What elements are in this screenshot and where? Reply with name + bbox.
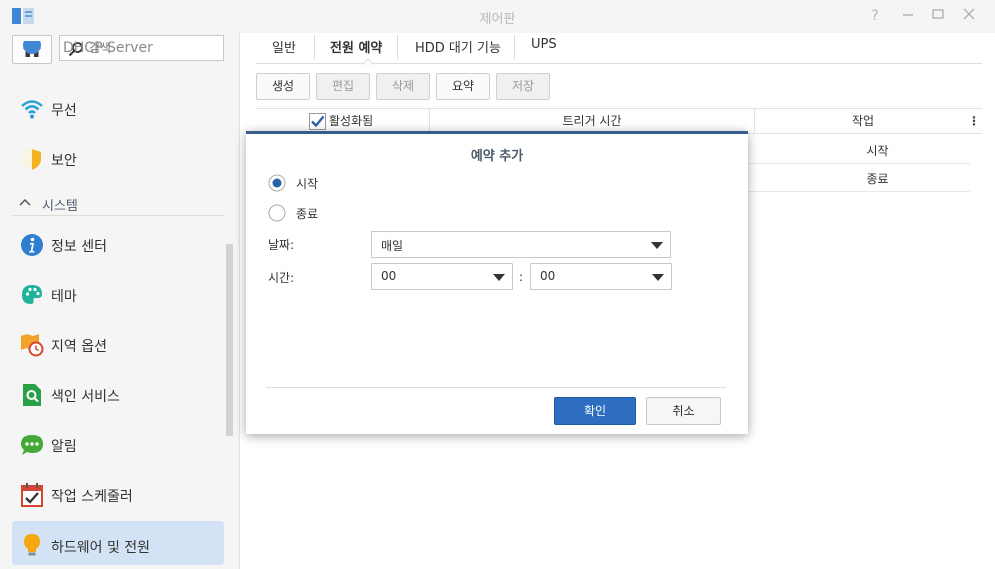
chevron-down-icon bbox=[651, 242, 663, 249]
cancel-button[interactable]: 취소 bbox=[646, 397, 721, 425]
column-header-action[interactable]: 작업 bbox=[755, 109, 971, 133]
maximize-icon[interactable] bbox=[929, 7, 947, 25]
shield-icon bbox=[23, 149, 41, 170]
radio-stop-label: 종료 bbox=[296, 207, 319, 221]
chat-bubble-icon bbox=[21, 435, 43, 455]
sidebar-item-notification[interactable]: 알림 bbox=[12, 423, 224, 467]
dialog-title: 예약 추가 bbox=[470, 149, 524, 164]
create-button[interactable]: 생성 bbox=[256, 73, 310, 100]
tab-divider bbox=[397, 35, 398, 59]
title-bar: 제어판 ? bbox=[0, 0, 995, 33]
date-select[interactable]: 매일 bbox=[371, 231, 671, 258]
sidebar-item-label: DHCP Server bbox=[63, 40, 153, 56]
hour-value: 00 bbox=[381, 269, 397, 283]
sidebar-item-label: 알림 bbox=[51, 439, 77, 455]
sidebar-item-label: 정보 센터 bbox=[51, 239, 107, 255]
tab-hdd-hibernation[interactable]: HDD 대기 기능 bbox=[415, 37, 501, 56]
tab-divider bbox=[314, 35, 315, 59]
tab-divider bbox=[514, 35, 515, 59]
section-toggle-system[interactable]: 시스템 bbox=[12, 190, 224, 216]
delete-button[interactable]: 삭제 bbox=[376, 73, 430, 100]
lightbulb-icon bbox=[24, 534, 40, 556]
sidebar-item-security[interactable]: 보안 bbox=[12, 137, 224, 181]
minimize-icon[interactable] bbox=[899, 7, 917, 25]
time-separator: : bbox=[519, 270, 524, 284]
help-icon[interactable]: ? bbox=[866, 7, 884, 25]
sidebar-item-label: 작업 스케줄러 bbox=[51, 489, 133, 505]
select-all-checkbox[interactable] bbox=[309, 113, 326, 130]
map-clock-icon bbox=[21, 334, 44, 357]
chevron-up-icon bbox=[19, 198, 31, 206]
calendar-check-icon bbox=[21, 483, 43, 507]
sidebar-item-theme[interactable]: 테마 bbox=[12, 273, 224, 317]
sidebar-item-info-center[interactable]: 정보 센터 bbox=[12, 223, 224, 267]
sidebar-item-label: 지역 옵션 bbox=[51, 339, 107, 355]
add-schedule-dialog: 예약 추가 시작 종료 날짜: 매일 시간: 00 : 00 확인 취소 bbox=[246, 131, 748, 434]
tab-ups[interactable]: UPS bbox=[531, 37, 557, 52]
active-tab-pointer bbox=[362, 58, 374, 65]
close-icon[interactable] bbox=[960, 7, 978, 25]
radio-unselected-icon[interactable] bbox=[268, 204, 286, 222]
minute-value: 00 bbox=[540, 269, 556, 283]
sidebar: DHCP Server 무선 보안 시스템 정보 센터 bbox=[0, 33, 240, 569]
sidebar-item-hardware-power[interactable]: 하드웨어 및 전원 bbox=[12, 521, 224, 565]
sidebar-item-label: 테마 bbox=[51, 289, 77, 305]
dhcp-icon bbox=[23, 41, 41, 54]
date-value: 매일 bbox=[381, 239, 404, 253]
summary-button[interactable]: 요약 bbox=[436, 73, 490, 100]
date-label: 날짜: bbox=[268, 238, 295, 252]
column-header-enabled[interactable]: 활성화됨 bbox=[329, 109, 389, 133]
action-cell: 종료 bbox=[866, 172, 889, 186]
sidebar-item-wireless[interactable]: 무선 bbox=[12, 87, 224, 131]
ok-button[interactable]: 확인 bbox=[554, 397, 636, 425]
chevron-down-icon bbox=[652, 274, 664, 281]
radio-selected-icon[interactable] bbox=[268, 174, 286, 192]
sidebar-item-label: 색인 서비스 bbox=[51, 389, 120, 405]
minute-select[interactable]: 00 bbox=[530, 263, 672, 290]
section-label: 시스템 bbox=[42, 199, 78, 214]
sidebar-item-label: 무선 bbox=[51, 103, 77, 119]
tab-bar: 일반 전원 예약 HDD 대기 기능 UPS bbox=[256, 33, 982, 65]
palette-icon bbox=[22, 285, 42, 304]
time-label: 시간: bbox=[268, 271, 295, 285]
tab-general[interactable]: 일반 bbox=[272, 37, 296, 56]
sidebar-item-indexing-service[interactable]: 색인 서비스 bbox=[12, 373, 224, 417]
sidebar-item-label: 보안 bbox=[51, 153, 77, 169]
radio-start-label: 시작 bbox=[296, 177, 319, 191]
index-search-icon bbox=[23, 384, 41, 406]
chevron-down-icon bbox=[493, 274, 505, 281]
save-button[interactable]: 저장 bbox=[496, 73, 550, 100]
wifi-icon bbox=[21, 100, 43, 119]
tab-power-schedule[interactable]: 전원 예약 bbox=[330, 37, 382, 56]
action-cell: 시작 bbox=[866, 144, 889, 158]
dialog-divider bbox=[266, 387, 726, 388]
sidebar-item-label: 하드웨어 및 전원 bbox=[51, 540, 151, 556]
window-title: 제어판 bbox=[479, 12, 516, 27]
sidebar-scrollbar[interactable] bbox=[226, 244, 233, 436]
edit-button[interactable]: 편집 bbox=[316, 73, 370, 100]
sidebar-item-task-scheduler[interactable]: 작업 스케줄러 bbox=[12, 473, 224, 517]
column-menu-icon[interactable]: ⋮ bbox=[968, 113, 980, 129]
column-header-trigger-time[interactable]: 트리거 시간 bbox=[430, 109, 754, 133]
sidebar-item-regional-options[interactable]: 지역 옵션 bbox=[12, 323, 224, 367]
hour-select[interactable]: 00 bbox=[371, 263, 513, 290]
info-icon bbox=[21, 234, 43, 256]
